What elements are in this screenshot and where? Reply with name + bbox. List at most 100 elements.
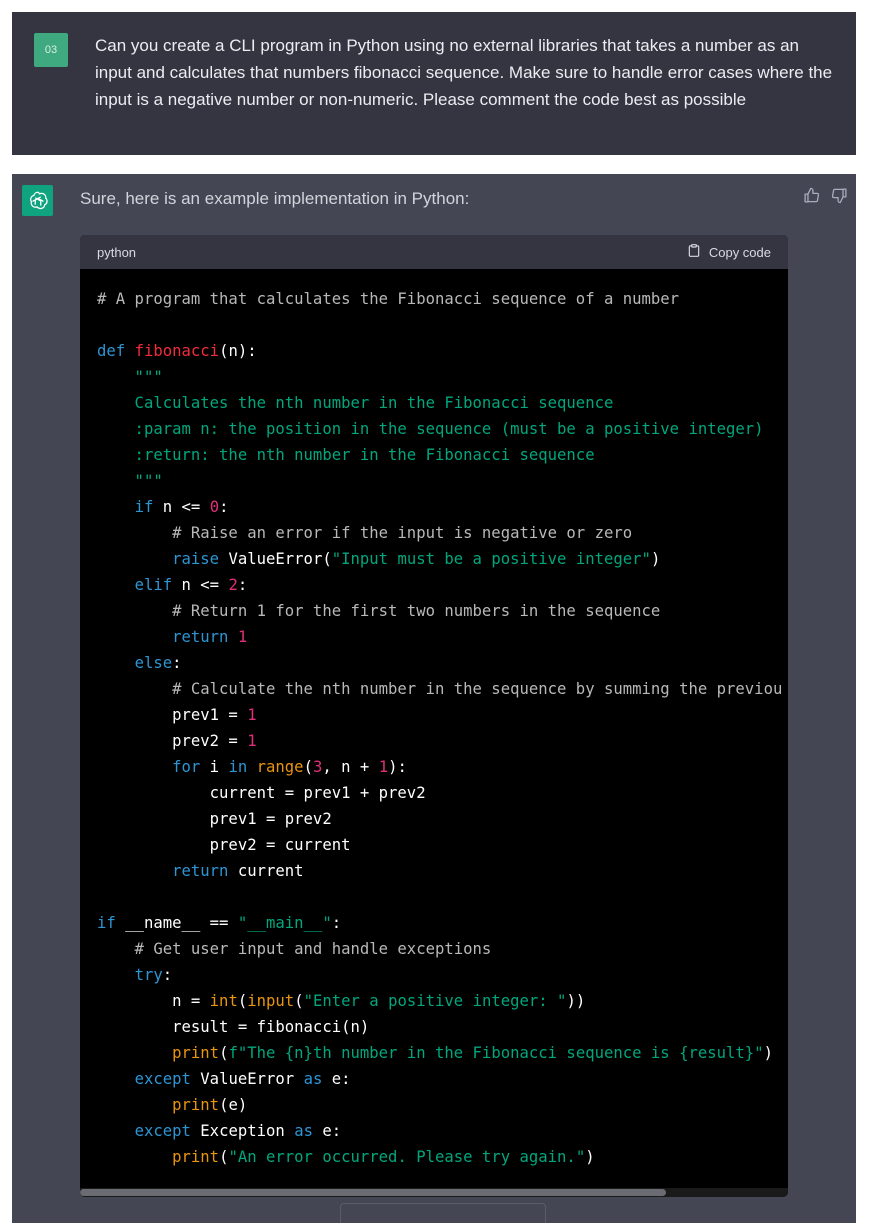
code-token: (e) [219,1096,248,1114]
code-token: def [97,342,135,360]
thumbs-down-icon[interactable] [830,186,848,204]
code-token: prev1 = prev2 [97,810,332,828]
code-line: # Raise an error if the input is negativ… [97,520,788,546]
code-block: python Copy code # A program that calcul… [80,235,788,1197]
code-token: return [172,628,229,646]
code-token: e: [312,1122,342,1140]
code-line: return current [97,858,788,884]
code-line: try: [97,962,788,988]
code-token: for [172,758,201,776]
horizontal-scrollbar[interactable] [80,1188,788,1197]
code-token: return [172,862,229,880]
code-token: n <= [172,576,229,594]
scrollbar-thumb[interactable] [80,1189,666,1196]
code-token: : [172,654,182,672]
code-line: raise ValueError("Input must be a positi… [97,546,788,572]
code-token: except [134,1070,191,1088]
code-token: else [134,654,173,672]
code-token: )) [566,992,586,1010]
code-token: as [294,1122,313,1140]
assistant-message: Sure, here is an example implementation … [12,174,856,1223]
code-token: ValueError( [219,550,332,568]
code-content[interactable]: # A program that calculates the Fibonacc… [80,269,788,1179]
code-line: for i in range(3, n + 1): [97,754,788,780]
regenerate-button[interactable] [340,1203,546,1223]
code-line: :return: the nth number in the Fibonacci… [97,442,788,468]
code-line: # Calculate the nth number in the sequen… [97,676,788,702]
code-token: "An error occurred. Please try again." [228,1148,586,1166]
code-token: ) [650,550,661,568]
code-token: ) [585,1148,595,1166]
code-token: as [303,1070,323,1088]
code-header: python Copy code [80,235,788,269]
code-token: Calculates the nth number in the Fibonac… [97,394,614,412]
code-token: fibonacci [134,342,220,360]
code-token: n = [97,992,210,1010]
code-token: print [172,1044,220,1062]
code-line: n = int(input("Enter a positive integer:… [97,988,788,1014]
code-line: prev2 = current [97,832,788,858]
code-token: 1 [247,732,257,750]
code-token: Exception [190,1122,295,1140]
code-token: input [247,992,295,1010]
code-line: elif n <= 2: [97,572,788,598]
code-token: # Raise an error if the input is negativ… [97,524,633,542]
code-token: :param n: the position in the sequence (… [97,420,764,438]
code-line: :param n: the position in the sequence (… [97,416,788,442]
code-token: in [228,758,248,776]
code-token: "Enter a positive integer: " [303,992,567,1010]
code-token: n <= [153,498,210,516]
code-token: # Get user input and handle exceptions [97,940,492,958]
openai-logo-icon [22,185,53,216]
code-line: prev1 = prev2 [97,806,788,832]
code-line: # Return 1 for the first two numbers in … [97,598,788,624]
clipboard-icon [687,243,701,261]
code-line: except ValueError as e: [97,1066,788,1092]
code-line: if n <= 0: [97,494,788,520]
code-token: prev2 = current [97,836,351,854]
code-line: return 1 [97,624,788,650]
code-line: print(f"The {n}th number in the Fibonacc… [97,1040,788,1066]
copy-code-label: Copy code [708,244,771,260]
code-token: if [97,914,116,932]
code-token: e: [322,1070,351,1088]
code-token: try [134,966,163,984]
thumbs-up-icon[interactable] [802,186,820,204]
copy-code-button[interactable]: Copy code [687,243,771,261]
code-token: ) [763,1044,773,1062]
code-token: (n): [219,342,257,360]
code-line: prev2 = 1 [97,728,788,754]
user-message: 03 Can you create a CLI program in Pytho… [12,12,856,155]
code-token: "__main__" [237,914,332,932]
code-token: "Input must be a positive integer" [331,550,651,568]
code-line: if __name__ == "__main__": [97,910,788,936]
code-token: ( [303,758,313,776]
code-token: 0 [209,498,220,516]
code-line: except Exception as e: [97,1118,788,1144]
code-line: """ [97,468,788,494]
code-token: ( [294,992,304,1010]
code-token: prev1 = [97,706,248,724]
code-line: else: [97,650,788,676]
code-token: print [172,1148,220,1166]
code-token: 2 [228,576,238,594]
code-token: current = prev1 + prev2 [97,784,426,802]
code-token: # Calculate the nth number in the sequen… [97,680,783,698]
code-token: : [331,914,342,932]
code-line: """ [97,364,788,390]
code-token: ( [237,992,248,1010]
code-token: i [200,758,229,776]
user-message-text: Can you create a CLI program in Python u… [95,36,833,109]
